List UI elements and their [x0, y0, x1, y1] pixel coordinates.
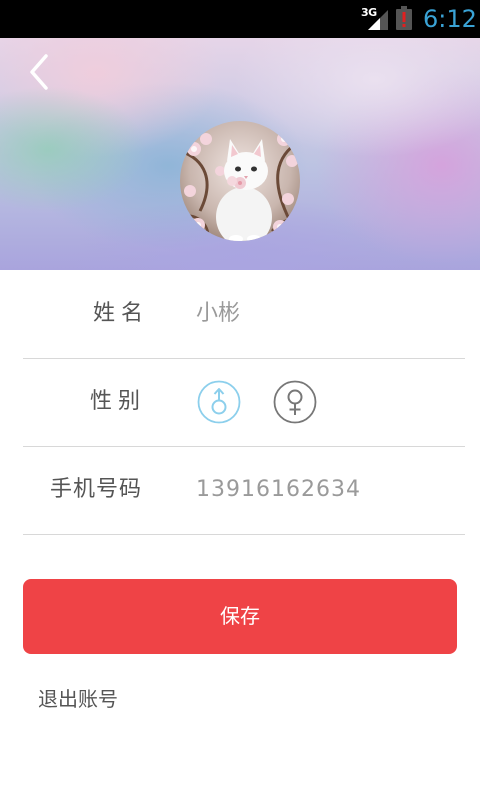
back-button[interactable]: [24, 52, 60, 92]
logout-link[interactable]: 退出账号: [38, 684, 118, 714]
phone-row: 手机号码 13916162634: [23, 446, 465, 535]
male-icon[interactable]: [197, 380, 241, 424]
status-bar: 3G 6:12: [0, 0, 480, 38]
gender-row: 性别: [23, 358, 465, 447]
name-field[interactable]: 小彬: [196, 270, 240, 358]
profile-header: [0, 38, 480, 270]
phone-label: 手机号码: [50, 477, 143, 502]
gender-label: 性别: [90, 389, 147, 414]
profile-edit-screen: 3G 6:12 姓名 小彬 性别 手机号码 13916162634 保存 退出账…: [0, 0, 480, 800]
female-icon[interactable]: [273, 380, 317, 424]
battery-alert-icon: [396, 6, 412, 30]
avatar-image: [180, 121, 300, 241]
phone-field[interactable]: 13916162634: [196, 446, 361, 534]
name-row: 姓名 小彬: [23, 270, 465, 359]
name-label: 姓名: [93, 301, 150, 326]
save-button[interactable]: 保存: [23, 579, 457, 654]
signal-icon: [368, 10, 388, 30]
clock-time: 6:12: [423, 5, 477, 33]
avatar[interactable]: [180, 121, 300, 241]
